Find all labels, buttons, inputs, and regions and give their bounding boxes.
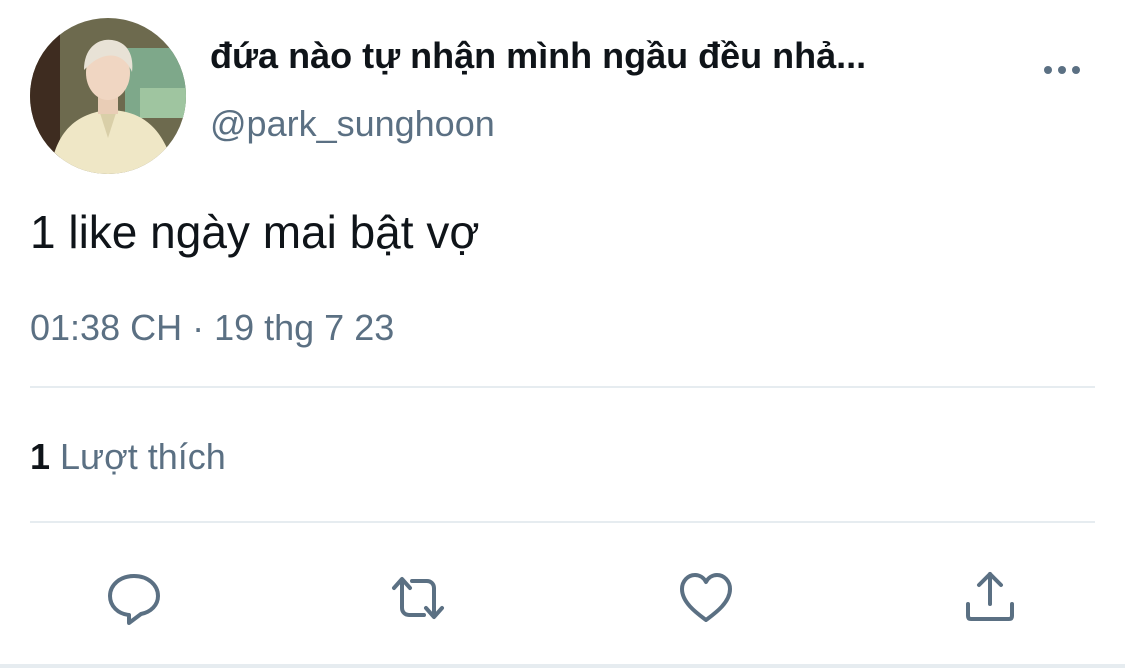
share-button[interactable] [960, 568, 1020, 628]
reply-button[interactable] [104, 568, 164, 628]
likes-stat[interactable]: 1 Lượt thích [30, 432, 226, 482]
more-horizontal-icon [1044, 66, 1080, 74]
display-name[interactable]: đứa nào tự nhận mình ngầu đều nhả... [210, 30, 1020, 82]
like-button[interactable] [676, 568, 736, 628]
heart-icon [680, 573, 732, 622]
tweet-timestamp[interactable]: 01:38 CH · 19 thg 7 23 [30, 304, 394, 352]
reply-bubble-icon [108, 574, 160, 625]
retweet-button[interactable] [388, 568, 448, 628]
tweet-text: 1 like ngày mai bật vợ [30, 206, 480, 258]
retweet-icon [392, 577, 444, 619]
avatar[interactable] [30, 18, 186, 174]
divider [30, 386, 1095, 388]
likes-count: 1 [30, 436, 51, 477]
share-upload-icon [966, 572, 1014, 621]
user-handle[interactable]: @park_sunghoon [210, 100, 495, 148]
bottom-border [0, 664, 1125, 668]
likes-label: Lượt thích [60, 436, 226, 477]
divider [30, 521, 1095, 523]
more-options-button[interactable] [1040, 58, 1084, 82]
